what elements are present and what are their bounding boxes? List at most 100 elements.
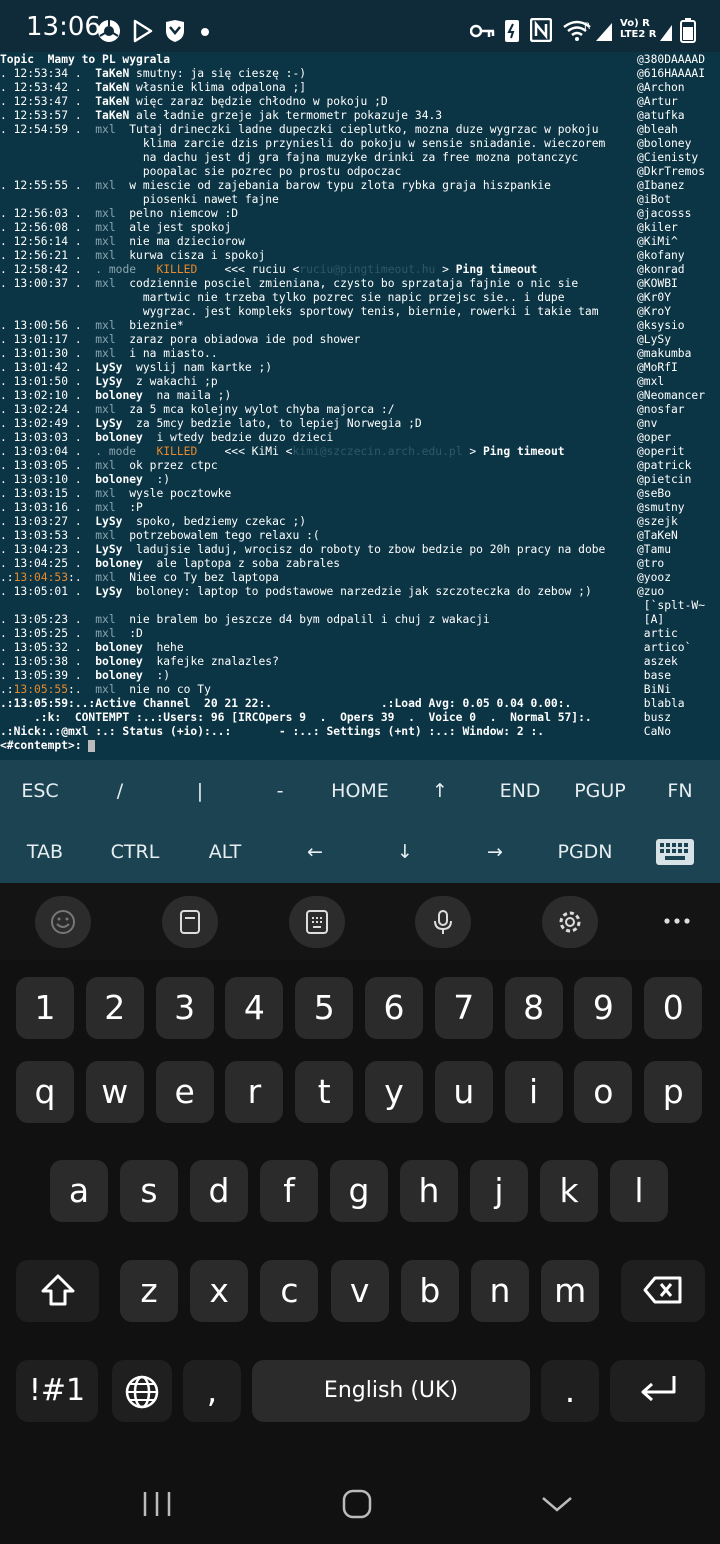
- nicklist-item[interactable]: [`splt-W~: [637, 599, 705, 613]
- key-9[interactable]: 9: [574, 977, 633, 1039]
- key-5[interactable]: 5: [295, 977, 354, 1039]
- extra-key-right[interactable]: →: [450, 822, 540, 882]
- nicklist-item[interactable]: [A]: [637, 613, 664, 627]
- period-key[interactable]: .: [541, 1360, 599, 1422]
- nicklist-item[interactable]: @nv: [637, 417, 657, 431]
- nicklist-item[interactable]: @Artur: [637, 95, 678, 109]
- nicklist-item[interactable]: @kiler: [637, 221, 678, 235]
- key-y[interactable]: y: [365, 1061, 423, 1123]
- key-s[interactable]: s: [120, 1160, 178, 1222]
- nicklist-item[interactable]: @DkrTremos: [637, 165, 705, 179]
- symbols-key[interactable]: !#1: [16, 1360, 98, 1422]
- nicklist-item[interactable]: @smutny: [637, 501, 685, 515]
- key-j[interactable]: j: [470, 1160, 528, 1222]
- key-e[interactable]: e: [155, 1061, 214, 1123]
- nicklist-item[interactable]: @380DAAAAD: [637, 53, 705, 67]
- nicklist-item[interactable]: @pietcin: [637, 473, 691, 487]
- extra-key-home[interactable]: HOME: [320, 761, 400, 821]
- nicklist-item[interactable]: blabla: [637, 697, 685, 711]
- key-x[interactable]: x: [190, 1260, 249, 1322]
- key-z[interactable]: z: [120, 1260, 178, 1322]
- nicklist-item[interactable]: @Archon: [637, 81, 685, 95]
- nicklist-item[interactable]: @KOWBI: [637, 277, 678, 291]
- nicklist-item[interactable]: @KroY: [637, 305, 671, 319]
- voice-input-button[interactable]: [415, 896, 471, 948]
- comma-key[interactable]: ,: [183, 1360, 241, 1422]
- key-o[interactable]: o: [574, 1061, 633, 1123]
- nicklist-item[interactable]: @yooz: [637, 571, 671, 585]
- key-n[interactable]: n: [471, 1260, 529, 1322]
- emoji-button[interactable]: [35, 896, 91, 948]
- nicklist-item[interactable]: @bleah: [637, 123, 678, 137]
- terminal-view[interactable]: Topic Mamy to PL wygrala. 12:53:34 . TaK…: [0, 52, 720, 760]
- nicklist-item[interactable]: aszek: [637, 655, 678, 669]
- nicklist-item[interactable]: @makumba: [637, 347, 691, 361]
- back-icon[interactable]: [527, 1484, 587, 1524]
- extra-key-pgdn[interactable]: PGDN: [540, 822, 630, 882]
- key-0[interactable]: 0: [644, 977, 703, 1039]
- extra-key-pipe[interactable]: |: [160, 761, 240, 821]
- nicklist-item[interactable]: artic: [637, 627, 678, 641]
- key-6[interactable]: 6: [365, 977, 423, 1039]
- key-1[interactable]: 1: [16, 977, 74, 1039]
- language-key[interactable]: [112, 1360, 172, 1422]
- nicklist-item[interactable]: @mxl: [637, 375, 664, 389]
- nicklist-item[interactable]: BiNi: [637, 683, 671, 697]
- key-p[interactable]: p: [644, 1061, 703, 1123]
- nicklist-item[interactable]: @Neomancer: [637, 389, 705, 403]
- key-3[interactable]: 3: [155, 977, 214, 1039]
- nicklist-item[interactable]: busz: [637, 711, 671, 725]
- extra-key-fn[interactable]: FN: [640, 761, 720, 821]
- nicklist-item[interactable]: @patrick: [637, 459, 691, 473]
- key-8[interactable]: 8: [504, 977, 563, 1039]
- key-m[interactable]: m: [541, 1260, 600, 1322]
- extra-key-up[interactable]: ↑: [400, 761, 480, 821]
- key-w[interactable]: w: [85, 1061, 144, 1123]
- extra-key-alt[interactable]: ALT: [180, 822, 270, 882]
- nicklist-item[interactable]: @szejk: [637, 515, 678, 529]
- nicklist-item[interactable]: @zuo: [637, 585, 664, 599]
- key-b[interactable]: b: [400, 1260, 459, 1322]
- nicklist-item[interactable]: @atufka: [637, 109, 685, 123]
- extra-key-esc[interactable]: ESC: [0, 761, 80, 821]
- nicklist-item[interactable]: @Tamu: [637, 543, 671, 557]
- key-l[interactable]: l: [610, 1160, 668, 1222]
- keyboard-settings-button[interactable]: [542, 896, 598, 948]
- key-h[interactable]: h: [400, 1160, 458, 1222]
- recent-apps-icon[interactable]: [127, 1484, 187, 1524]
- nicklist-item[interactable]: @TaKeN: [637, 529, 678, 543]
- key-q[interactable]: q: [16, 1061, 74, 1123]
- key-f[interactable]: f: [260, 1160, 318, 1222]
- key-r[interactable]: r: [225, 1061, 284, 1123]
- key-v[interactable]: v: [330, 1260, 389, 1322]
- space-key[interactable]: English (UK): [252, 1360, 530, 1422]
- nicklist-item[interactable]: @Kr0Y: [637, 291, 671, 305]
- shift-key[interactable]: [16, 1260, 99, 1322]
- keypad-button[interactable]: [289, 896, 345, 948]
- nicklist-item[interactable]: base: [637, 669, 671, 683]
- key-d[interactable]: d: [190, 1160, 248, 1222]
- home-icon[interactable]: [327, 1484, 387, 1524]
- key-t[interactable]: t: [295, 1061, 354, 1123]
- nicklist-item[interactable]: @kofany: [637, 249, 685, 263]
- nicklist-item[interactable]: @jacosss: [637, 207, 691, 221]
- clipboard-button[interactable]: [162, 896, 218, 948]
- extra-key-tab[interactable]: TAB: [0, 822, 90, 882]
- nicklist-item[interactable]: @616HAAAAI: [637, 67, 705, 81]
- nicklist-item[interactable]: @nosfar: [637, 403, 685, 417]
- backspace-key[interactable]: [621, 1260, 705, 1322]
- nicklist-item[interactable]: @MoRfI: [637, 361, 678, 375]
- nicklist-item[interactable]: @iBot: [637, 193, 671, 207]
- key-4[interactable]: 4: [225, 977, 284, 1039]
- enter-key[interactable]: [610, 1360, 705, 1422]
- nicklist-item[interactable]: artico`: [637, 641, 692, 655]
- nicklist-item[interactable]: @LySy: [637, 333, 671, 347]
- extra-key-end[interactable]: END: [480, 761, 560, 821]
- key-2[interactable]: 2: [85, 977, 144, 1039]
- key-7[interactable]: 7: [434, 977, 493, 1039]
- key-i[interactable]: i: [504, 1061, 563, 1123]
- nicklist-item[interactable]: @tro: [637, 557, 664, 571]
- extra-key-ctrl[interactable]: CTRL: [90, 822, 180, 882]
- extra-key-slash[interactable]: /: [80, 761, 160, 821]
- input-prompt[interactable]: <#contempt>:: [0, 739, 95, 753]
